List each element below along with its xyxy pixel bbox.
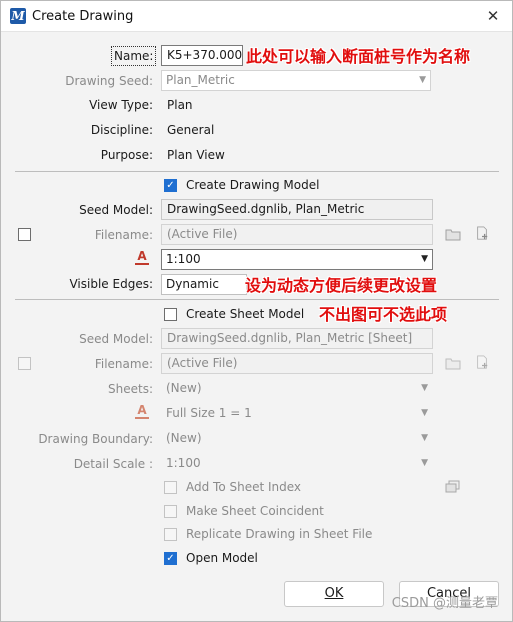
drawing-seed-value: Plan_Metric — [166, 73, 235, 87]
make-sheet-coincident-label: Make Sheet Coincident — [186, 504, 324, 518]
sheet-size-value: Full Size 1 = 1 — [166, 406, 252, 420]
new-file-icon[interactable] — [474, 226, 490, 240]
sheet-size-select[interactable]: Full Size 1 = 1 ▼ — [161, 403, 433, 424]
filename-checkbox[interactable] — [18, 228, 31, 241]
microstation-icon: M — [10, 8, 26, 24]
replicate-drawing-label: Replicate Drawing in Sheet File — [186, 527, 373, 541]
name-input[interactable]: K5+370.000 — [161, 45, 243, 66]
sheet-filename-label: Filename: — [94, 357, 153, 371]
purpose-value: Plan View — [167, 148, 225, 162]
name-annotation: 此处可以输入断面桩号作为名称 — [246, 47, 471, 66]
separator — [15, 299, 499, 300]
add-to-sheet-index-label: Add To Sheet Index — [186, 480, 302, 494]
chevron-down-icon: ▼ — [421, 254, 428, 264]
create-drawing-model-checkbox[interactable]: ✓ — [164, 179, 177, 192]
open-model-checkbox[interactable]: ✓ — [164, 552, 177, 565]
filename-label: Filename: — [94, 228, 153, 242]
discipline-value: General — [167, 123, 215, 137]
sheet-annotation: 不出图可不选此项 — [319, 305, 448, 324]
folder-icon[interactable] — [445, 356, 461, 370]
sheet-seed-model-field[interactable]: DrawingSeed.dgnlib, Plan_Metric [Sheet] — [161, 328, 433, 349]
visible-edges-label: Visible Edges: — [69, 277, 153, 291]
chevron-down-icon: ▼ — [421, 433, 428, 443]
sheets-value: (New) — [166, 381, 202, 395]
visible-edges-select[interactable]: Dynamic — [161, 274, 247, 295]
separator — [15, 171, 499, 172]
add-to-sheet-index-checkbox[interactable] — [164, 481, 177, 494]
name-label: Name: — [111, 46, 157, 66]
create-drawing-dialog: M Create Drawing ✕ Name: K5+370.000 此处可以… — [0, 0, 513, 622]
seed-model-field[interactable]: DrawingSeed.dgnlib, Plan_Metric — [161, 199, 433, 220]
visible-edges-value: Dynamic — [166, 277, 219, 291]
title-bar: M Create Drawing ✕ — [1, 1, 512, 32]
detail-scale-label: Detail Scale : — [73, 457, 153, 471]
ok-button-label: OK — [324, 586, 344, 601]
sheet-filename-field[interactable]: (Active File) — [161, 353, 433, 374]
detail-scale-value: 1:100 — [166, 456, 201, 470]
seed-model-label: Seed Model: — [79, 203, 153, 217]
chevron-down-icon: ▼ — [419, 75, 426, 85]
drawing-boundary-value: (New) — [166, 431, 202, 445]
discipline-label: Discipline: — [90, 123, 153, 137]
view-type-label: View Type: — [89, 98, 153, 112]
sheets-select[interactable]: (New) ▼ — [161, 378, 433, 399]
watermark: CSDN @测量老覃 — [391, 596, 498, 611]
close-icon[interactable]: ✕ — [482, 5, 504, 27]
new-file-icon[interactable] — [474, 355, 490, 369]
chevron-down-icon: ▼ — [421, 408, 428, 418]
detail-scale-select[interactable]: 1:100 ▼ — [161, 453, 433, 474]
drawing-boundary-select[interactable]: (New) ▼ — [161, 428, 433, 449]
window-title: Create Drawing — [32, 9, 134, 24]
sheet-seed-model-label: Seed Model: — [79, 332, 153, 346]
chevron-down-icon: ▼ — [421, 458, 428, 468]
sheets-label: Sheets: — [108, 382, 153, 396]
replicate-drawing-checkbox[interactable] — [164, 528, 177, 541]
filename-field[interactable]: (Active File) — [161, 224, 433, 245]
folder-icon[interactable] — [445, 227, 461, 241]
annotation-scale-icon: A — [135, 250, 149, 265]
sheet-index-icon[interactable] — [445, 480, 461, 494]
drawing-boundary-label: Drawing Boundary: — [38, 432, 153, 446]
annotation-scale-icon: A — [135, 404, 149, 419]
create-sheet-model-checkbox[interactable] — [164, 308, 177, 321]
sheet-filename-checkbox[interactable] — [18, 357, 31, 370]
purpose-label: Purpose: — [100, 148, 153, 162]
create-sheet-model-label: Create Sheet Model — [186, 307, 305, 321]
drawing-seed-select[interactable]: Plan_Metric ▼ — [161, 70, 431, 91]
scale-value: 1:100 — [166, 252, 201, 266]
edges-annotation: 设为动态方便后续更改设置 — [245, 276, 438, 295]
view-type-value: Plan — [167, 98, 193, 112]
create-drawing-model-label: Create Drawing Model — [186, 178, 320, 192]
scale-select[interactable]: 1:100 ▼ — [161, 249, 433, 270]
open-model-label: Open Model — [186, 551, 258, 565]
chevron-down-icon: ▼ — [421, 383, 428, 393]
ok-button[interactable]: OK — [284, 581, 384, 607]
drawing-seed-label: Drawing Seed: — [65, 74, 153, 88]
make-sheet-coincident-checkbox[interactable] — [164, 505, 177, 518]
